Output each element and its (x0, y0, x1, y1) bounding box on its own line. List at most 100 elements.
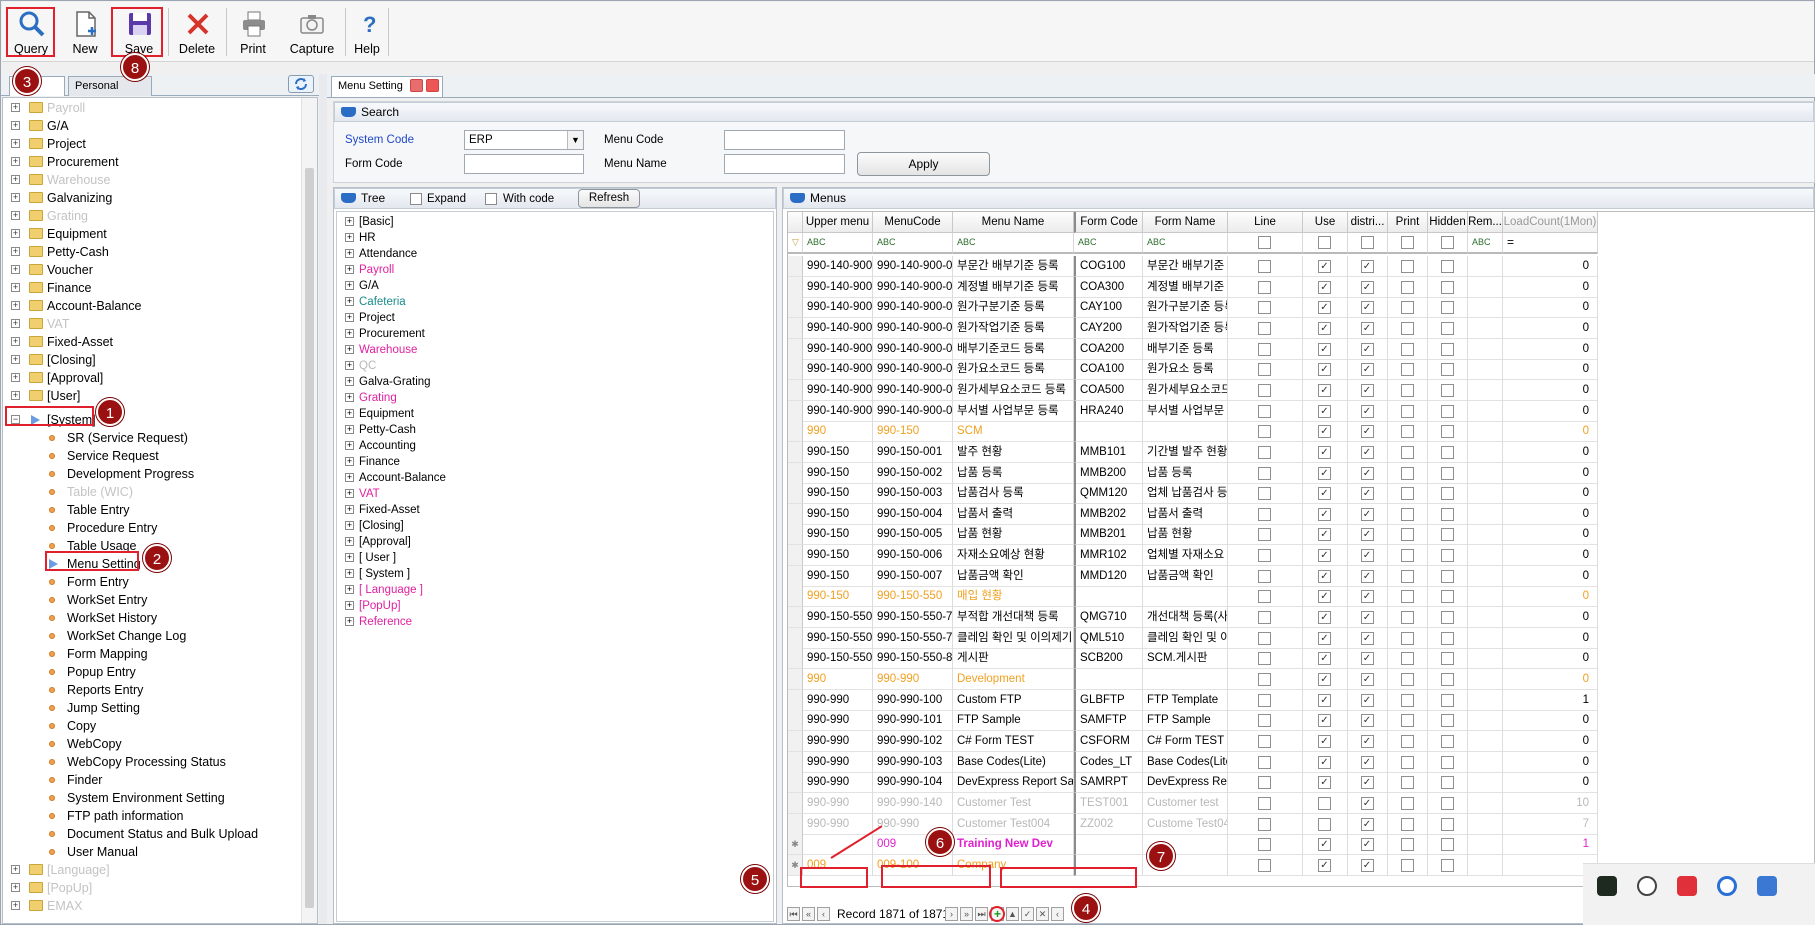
tree-node[interactable]: + [Approval] (3, 369, 303, 387)
cell-form[interactable]: MMB202 (1074, 503, 1143, 525)
table-row[interactable]: 990-140-900990-140-900-005원가작업기준 등록CAY20… (788, 317, 1814, 339)
tree-node[interactable]: + Grating (3, 207, 303, 225)
table-row[interactable]: 990-140-900990-140-900-002부문간 배부기준 등록COG… (788, 256, 1814, 277)
cell-hidden[interactable] (1428, 359, 1468, 381)
checkbox[interactable]: ✓ (1318, 528, 1331, 542)
checkbox[interactable] (1400, 549, 1414, 563)
expand-icon[interactable]: + (345, 617, 354, 626)
cell-name[interactable]: 납품검사 등록 (953, 483, 1074, 505)
checkbox[interactable]: ✓ (1318, 858, 1331, 872)
cell-code[interactable]: 990-150-550-750 (873, 627, 953, 649)
cell-remark[interactable] (1468, 607, 1503, 629)
checkbox[interactable] (1318, 817, 1331, 831)
row-header[interactable] (788, 813, 803, 835)
checkbox[interactable] (1400, 652, 1414, 666)
cell-remark[interactable] (1468, 565, 1503, 587)
row-header[interactable] (788, 586, 803, 608)
checkbox[interactable] (1440, 549, 1454, 563)
cell-distri[interactable]: ✓ (1348, 379, 1388, 401)
expand-icon[interactable]: + (11, 211, 20, 220)
cell-hidden[interactable] (1428, 483, 1468, 505)
cell-name[interactable]: 납품 현황 (953, 524, 1074, 546)
cell-formname[interactable]: 납품 등록 (1143, 462, 1228, 484)
cell-count[interactable]: 0 (1503, 503, 1598, 525)
expand-icon[interactable]: + (11, 283, 20, 292)
cell-upper[interactable]: 990 (803, 669, 873, 690)
cell-code[interactable]: 990-150 (873, 421, 953, 443)
column-header[interactable]: LoadCount(1Mon) (1503, 212, 1598, 233)
cell-remark[interactable] (1468, 751, 1503, 773)
filter-checkbox[interactable] (1400, 236, 1414, 249)
cell-line[interactable] (1228, 462, 1303, 484)
cell-name[interactable]: 게시판 (953, 648, 1074, 670)
cell-distri[interactable]: ✓ (1348, 421, 1388, 443)
cell-upper[interactable]: 990-140-900 (803, 338, 873, 360)
cell-remark[interactable] (1468, 854, 1503, 876)
tree-leaf[interactable]: FTP path information (3, 807, 303, 825)
cell-code[interactable]: 990-150-550-800 (873, 648, 953, 670)
cell-print[interactable] (1388, 379, 1428, 401)
cell-use[interactable]: ✓ (1303, 710, 1348, 732)
cell-distri[interactable]: ✓ (1348, 359, 1388, 381)
cell-count[interactable]: 0 (1503, 730, 1598, 752)
cell-formname[interactable]: 계정별 배부기준 등록 (1143, 276, 1228, 298)
filter-checkbox[interactable] (1258, 236, 1271, 249)
refresh-button[interactable]: Refresh (578, 189, 640, 208)
cell-count[interactable]: 0 (1503, 379, 1598, 401)
cell-distri[interactable]: ✓ (1348, 648, 1388, 670)
checkbox[interactable] (1400, 342, 1414, 356)
menu-code-input[interactable] (724, 130, 845, 150)
cell-formname[interactable]: 개선대책 등록(사외) (1143, 607, 1228, 629)
cell-count[interactable]: 0 (1503, 607, 1598, 629)
cell-count[interactable]: 0 (1503, 317, 1598, 339)
column-header[interactable]: Use (1303, 212, 1348, 233)
tree-node[interactable]: + Equipment (3, 225, 303, 243)
checkbox[interactable] (1258, 260, 1271, 273)
checkbox[interactable] (1258, 280, 1271, 294)
checkbox[interactable]: ✓ (1318, 734, 1331, 748)
cell-formname[interactable]: 부문간 배부기준 등록 (1143, 256, 1228, 277)
cell-use[interactable]: ✓ (1303, 503, 1348, 525)
filter-cell[interactable] (1428, 233, 1468, 254)
row-header[interactable] (788, 524, 803, 546)
column-header[interactable]: MenuCode (873, 212, 953, 233)
cell-upper[interactable]: 990-150 (803, 545, 873, 567)
checkbox[interactable] (1440, 507, 1454, 521)
checkbox[interactable]: ✓ (1318, 611, 1331, 625)
cell-name[interactable]: 부서별 사업부문 등록 (953, 400, 1074, 422)
cell-formname[interactable]: 원가요소 등록 (1143, 359, 1228, 381)
cell-line[interactable] (1228, 503, 1303, 525)
cell-code[interactable]: 990-140-900-005 (873, 317, 953, 339)
checkbox[interactable] (1400, 590, 1414, 604)
cell-print[interactable] (1388, 421, 1428, 443)
table-row[interactable]: 990-150-550990-150-550-800게시판SCB200SCM.게… (788, 648, 1814, 670)
cell-code[interactable]: 990-140-900-008 (873, 379, 953, 401)
cell-upper[interactable]: 990-140-900 (803, 379, 873, 401)
checkbox[interactable] (1258, 652, 1271, 666)
checkbox[interactable] (1258, 838, 1271, 852)
tree-leaf[interactable]: Procedure Entry (3, 519, 303, 537)
row-header[interactable] (788, 256, 803, 277)
table-row[interactable]: 990-140-900990-140-900-009부서별 사업부문 등록HRA… (788, 400, 1814, 422)
expand-icon[interactable]: + (345, 537, 354, 546)
capture-button[interactable]: Capture (284, 4, 340, 58)
row-header[interactable] (788, 648, 803, 670)
checkbox[interactable] (1400, 569, 1414, 583)
last-page-icon[interactable]: ⏭ (975, 907, 988, 921)
cell-formname[interactable]: 업체별 자재소요 현황 (1143, 545, 1228, 567)
tree-node[interactable]: + Payroll (3, 99, 303, 117)
cell-hidden[interactable] (1428, 607, 1468, 629)
checkbox[interactable] (1440, 301, 1454, 315)
cell-upper[interactable]: 990-990 (803, 813, 873, 835)
checkbox[interactable] (1400, 280, 1414, 294)
table-row[interactable]: 990-990 990-990-140 Customer Test TEST001 Cu… (788, 792, 1814, 814)
cell-name[interactable]: Training New Dev (953, 834, 1074, 856)
column-header[interactable]: Menu Name (953, 212, 1074, 233)
row-header[interactable] (788, 751, 803, 773)
cell-name[interactable]: 원가세부요소코드 등록 (953, 379, 1074, 401)
checkbox[interactable] (1440, 383, 1454, 397)
checkbox[interactable] (1400, 858, 1414, 872)
cell-line[interactable] (1228, 834, 1303, 856)
grammarly-icon[interactable] (1637, 876, 1657, 896)
cell-formname[interactable]: FTP Sample (1143, 710, 1228, 732)
